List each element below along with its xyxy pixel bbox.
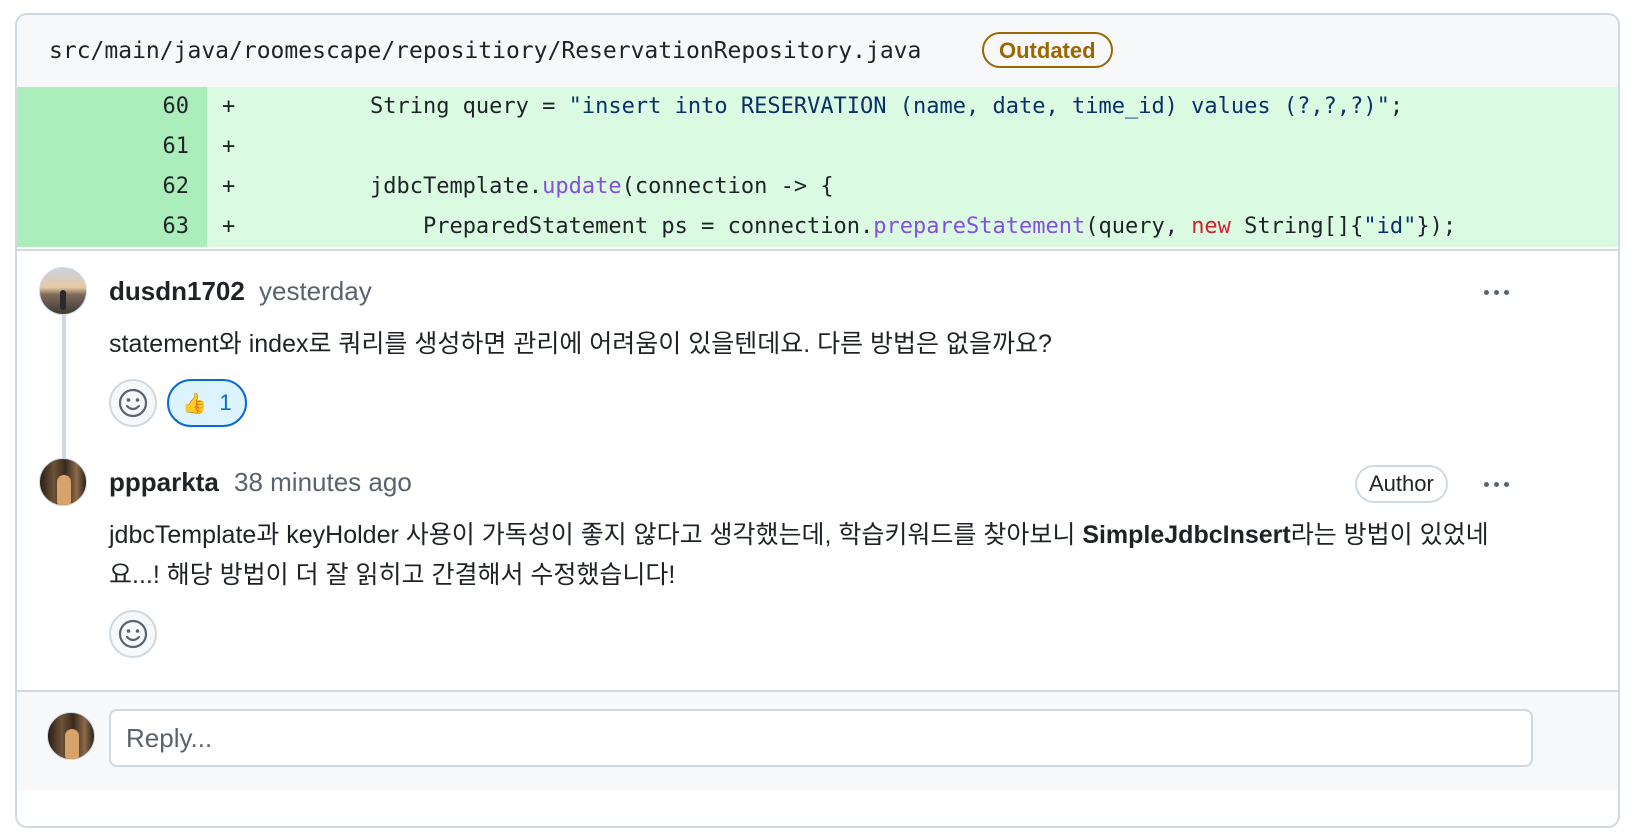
code-token: (query, [1085, 214, 1192, 239]
avatar [47, 712, 95, 760]
code-token: }); [1416, 214, 1457, 239]
diff-hunk: 60 + String query = "insert into RESERVA… [17, 87, 1618, 251]
added-marker: + [222, 94, 236, 119]
reaction-count: 1 [219, 390, 232, 415]
code-token-function: update [542, 174, 622, 199]
code-token: ; [1389, 94, 1404, 119]
comment-body: jdbcTemplate과 keyHolder 사용이 가독성이 좋지 않다고 … [109, 515, 1529, 595]
comment-timestamp[interactable]: 38 minutes ago [234, 462, 412, 502]
file-header: src/main/java/roomescape/repositiory/Res… [17, 15, 1618, 87]
thumbs-up-icon: 👍 [182, 391, 208, 415]
added-marker: + [222, 214, 236, 239]
reply-input[interactable] [109, 709, 1533, 767]
smiley-icon [118, 388, 148, 418]
comment-options-button[interactable] [1472, 275, 1520, 309]
comment-text-bold: SimpleJdbcInsert [1082, 521, 1291, 549]
file-path-link[interactable]: src/main/java/roomescape/repositiory/Res… [49, 15, 921, 87]
comment-author[interactable]: dusdn1702 [109, 271, 245, 311]
code-token-keyword: new [1191, 214, 1231, 239]
comment-options-button[interactable] [1472, 467, 1520, 501]
thread-connector-line [62, 315, 66, 475]
code-token: String query = [369, 94, 569, 119]
code-token: String[]{ [1230, 214, 1364, 239]
kebab-horizontal-icon [1483, 481, 1489, 487]
comment-text: jdbcTemplate과 keyHolder 사용이 가독성이 좋지 않다고 … [109, 521, 1083, 549]
code-token: (connection -> { [621, 174, 834, 199]
line-number[interactable]: 61 [17, 127, 207, 167]
code-token-string: "insert into RESERVATION (name, date, ti… [568, 94, 1390, 119]
kebab-dot [1493, 481, 1499, 487]
diff-line: 60 + String query = "insert into RESERVA… [17, 87, 1618, 127]
code-line: PreparedStatement ps = connection.prepar… [264, 207, 1456, 247]
avatar-person-icon [65, 729, 79, 759]
kebab-dot [1503, 481, 1509, 487]
comment-body: statement와 index로 쿼리를 생성하면 관리에 어려움이 있을텐데… [109, 330, 1052, 358]
code-token: PreparedStatement ps = connection. [422, 214, 874, 239]
review-thread-card: src/main/java/roomescape/repositiory/Res… [15, 13, 1620, 828]
add-reaction-button[interactable] [109, 610, 157, 658]
author-badge: Author [1355, 465, 1448, 503]
added-marker: + [222, 134, 236, 159]
line-number[interactable]: 60 [17, 87, 207, 127]
code-line: jdbcTemplate.update(connection -> { [264, 167, 834, 207]
code-token-function: prepareStatement [873, 214, 1086, 239]
avatar[interactable] [39, 267, 87, 315]
avatar-landscape-icon [60, 290, 66, 310]
kebab-dot [1503, 289, 1509, 295]
kebab-horizontal-icon [1483, 289, 1489, 295]
code-token-string: "id" [1363, 214, 1417, 239]
avatar[interactable] [39, 458, 87, 506]
outdated-badge: Outdated [982, 32, 1113, 68]
comment-timestamp[interactable]: yesterday [259, 271, 372, 311]
code-line: String query = "insert into RESERVATION … [264, 87, 1403, 127]
code-token: jdbcTemplate. [369, 174, 543, 199]
diff-line: 61 + [17, 127, 1618, 167]
diff-line: 62 + jdbcTemplate.update(connection -> { [17, 167, 1618, 207]
thumbs-up-reaction-button[interactable]: 👍 1 [167, 379, 247, 427]
kebab-dot [1493, 289, 1499, 295]
comment-author[interactable]: ppparkta [109, 462, 219, 502]
diff-line: 63 + PreparedStatement ps = connection.p… [17, 207, 1618, 247]
avatar-person-icon [57, 475, 71, 505]
added-marker: + [222, 174, 236, 199]
smiley-icon [118, 619, 148, 649]
line-number[interactable]: 63 [17, 207, 207, 247]
add-reaction-button[interactable] [109, 379, 157, 427]
line-number[interactable]: 62 [17, 167, 207, 207]
